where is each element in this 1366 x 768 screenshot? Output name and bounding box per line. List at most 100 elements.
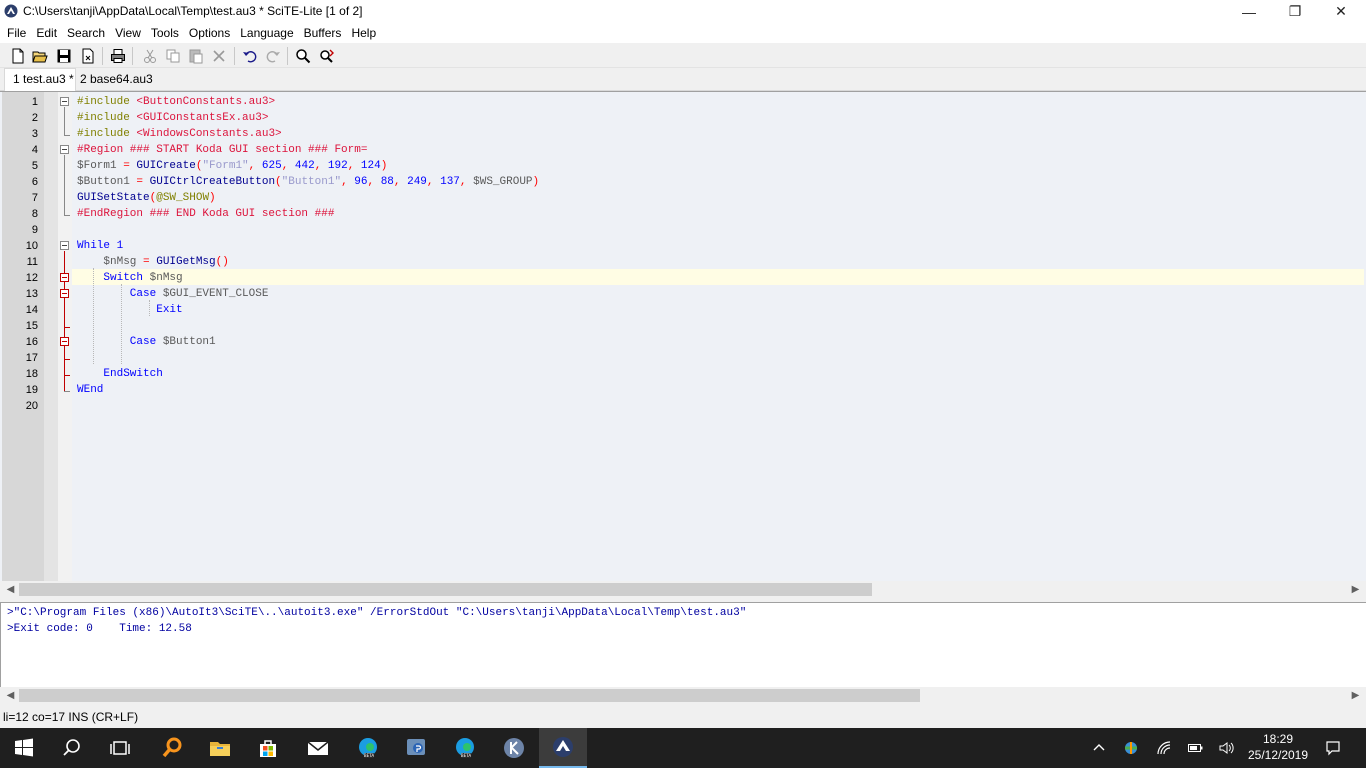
- menu-options[interactable]: Options: [184, 23, 235, 43]
- output-horizontal-scrollbar[interactable]: ◀ ▶: [0, 687, 1366, 704]
- file-explorer-icon[interactable]: [196, 728, 244, 768]
- fold-toggle-line-16[interactable]: [60, 337, 69, 346]
- editor-horizontal-scrollbar[interactable]: ◀ ▶: [0, 581, 1366, 598]
- battery-icon[interactable]: [1185, 738, 1205, 758]
- code-token: Switch: [77, 272, 150, 284]
- output-pane[interactable]: >"C:\Program Files (x86)\AutoIt3\SciTE\.…: [0, 603, 1366, 687]
- line-number: 7: [31, 192, 38, 204]
- scite-icon[interactable]: [539, 728, 587, 768]
- tab-test-au3[interactable]: 1 test.au3 *: [4, 68, 76, 91]
- colorful-app-tray-icon[interactable]: [1121, 738, 1141, 758]
- wifi-icon[interactable]: [1154, 738, 1174, 758]
- paste-icon[interactable]: [186, 46, 206, 66]
- code-token: <GUIConstantsEx.au3>: [136, 112, 269, 124]
- output-line: >"C:\Program Files (x86)\AutoIt3\SciTE\.…: [7, 607, 747, 619]
- search-app-icon[interactable]: [148, 728, 196, 768]
- scroll-left-arrow-icon[interactable]: ◀: [2, 581, 19, 598]
- replace-icon[interactable]: [317, 46, 337, 66]
- fold-toggle-line-4[interactable]: [60, 145, 69, 154]
- redo-icon[interactable]: [263, 46, 283, 66]
- code-editor[interactable]: 1 2 3 4 5 6 7 8 9 10 11 12 13 14 15 16 17 18 19 20 #include…: [0, 91, 1366, 581]
- menu-edit[interactable]: Edit: [31, 23, 62, 43]
- scroll-left-arrow-icon[interactable]: ◀: [2, 687, 19, 704]
- chevron-up-icon[interactable]: [1089, 738, 1109, 758]
- code-token: ,: [367, 176, 381, 188]
- copy-icon[interactable]: [163, 46, 183, 66]
- system-clock[interactable]: 18:29 25/12/2019: [1240, 731, 1316, 763]
- cut-icon[interactable]: [140, 46, 160, 66]
- toolbar-separator: [102, 47, 103, 65]
- notification-icon[interactable]: [1323, 738, 1343, 758]
- edge-beta-icon[interactable]: BETA: [344, 728, 392, 768]
- code-line: While 1: [77, 238, 123, 254]
- code-token: <WindowsConstants.au3>: [136, 128, 282, 140]
- line-number: 2: [31, 112, 38, 124]
- code-token: $WS_GROUP: [473, 176, 533, 188]
- scroll-thumb[interactable]: [19, 583, 872, 596]
- fold-toggle-line-12[interactable]: [60, 273, 69, 282]
- menu-help[interactable]: Help: [346, 23, 381, 43]
- store-icon[interactable]: [244, 728, 292, 768]
- open-folder-icon[interactable]: [30, 46, 50, 66]
- window-title: C:\Users\tanji\AppData\Local\Temp\test.a…: [23, 4, 363, 18]
- minimize-button[interactable]: —: [1226, 0, 1272, 23]
- menu-view[interactable]: View: [110, 23, 146, 43]
- task-view-icon[interactable]: [96, 728, 144, 768]
- code-line: #EndRegion ### END Koda GUI section ###: [77, 206, 334, 222]
- status-bar: li=12 co=17 INS (CR+LF): [0, 704, 1366, 728]
- undo-icon[interactable]: [240, 46, 260, 66]
- fold-line: [64, 107, 65, 135]
- new-file-icon[interactable]: [8, 46, 28, 66]
- menu-buffers[interactable]: Buffers: [299, 23, 347, 43]
- edge-beta-2-icon[interactable]: BETA: [441, 728, 489, 768]
- line-number: 13: [25, 288, 38, 300]
- line-number: 1: [31, 96, 38, 108]
- toolbar: [0, 43, 1366, 68]
- close-button[interactable]: ✕: [1318, 0, 1364, 23]
- maximize-button[interactable]: ❐: [1272, 0, 1318, 23]
- menu-search[interactable]: Search: [62, 23, 110, 43]
- fold-toggle-line-13[interactable]: [60, 289, 69, 298]
- code-token: $GUI_EVENT_CLOSE: [162, 288, 269, 300]
- svg-text:BETA: BETA: [461, 753, 471, 758]
- scroll-thumb[interactable]: [19, 689, 920, 702]
- mail-icon[interactable]: [294, 728, 342, 768]
- fold-toggle-line-1[interactable]: [60, 97, 69, 106]
- fold-end: [64, 359, 70, 360]
- code-line: GUISetState(@SW_SHOW): [77, 190, 216, 206]
- code-token: #EndRegion ### END Koda GUI section ###: [77, 208, 335, 220]
- fold-toggle-line-10[interactable]: [60, 241, 69, 250]
- clock-time: 18:29: [1262, 732, 1294, 746]
- fold-end: [64, 375, 70, 376]
- line-number: 19: [25, 384, 38, 396]
- line-number: 5: [31, 160, 38, 172]
- code-token: Case: [77, 336, 163, 348]
- windows-start-icon[interactable]: [0, 728, 48, 768]
- line-number: 15: [25, 320, 38, 332]
- close-file-icon[interactable]: [78, 46, 98, 66]
- code-line: #include <WindowsConstants.au3>: [77, 126, 282, 142]
- code-token: 192: [327, 160, 348, 172]
- menu-file[interactable]: File: [2, 23, 31, 43]
- menu-language[interactable]: Language: [235, 23, 298, 43]
- code-token: "Button1": [281, 176, 342, 188]
- scroll-right-arrow-icon[interactable]: ▶: [1347, 581, 1364, 598]
- output-line: >Exit code: 0 Time: 12.58: [7, 623, 192, 635]
- remote-app-icon[interactable]: [392, 728, 440, 768]
- scroll-right-arrow-icon[interactable]: ▶: [1347, 687, 1364, 704]
- code-line: Switch $nMsg: [77, 270, 182, 286]
- find-icon[interactable]: [293, 46, 313, 66]
- tab-base64-au3[interactable]: 2 base64.au3: [76, 69, 153, 91]
- volume-icon[interactable]: [1216, 738, 1236, 758]
- save-icon[interactable]: [54, 46, 74, 66]
- line-number: 9: [31, 224, 38, 236]
- code-token: GUICreate: [136, 160, 196, 172]
- print-icon[interactable]: [108, 46, 128, 66]
- search-icon[interactable]: [48, 728, 96, 768]
- k-app-icon[interactable]: [490, 728, 538, 768]
- line-number: 11: [26, 256, 38, 268]
- code-token: 124: [360, 160, 381, 172]
- fold-line: [64, 155, 65, 215]
- menu-tools[interactable]: Tools: [146, 23, 184, 43]
- delete-icon[interactable]: [209, 46, 229, 66]
